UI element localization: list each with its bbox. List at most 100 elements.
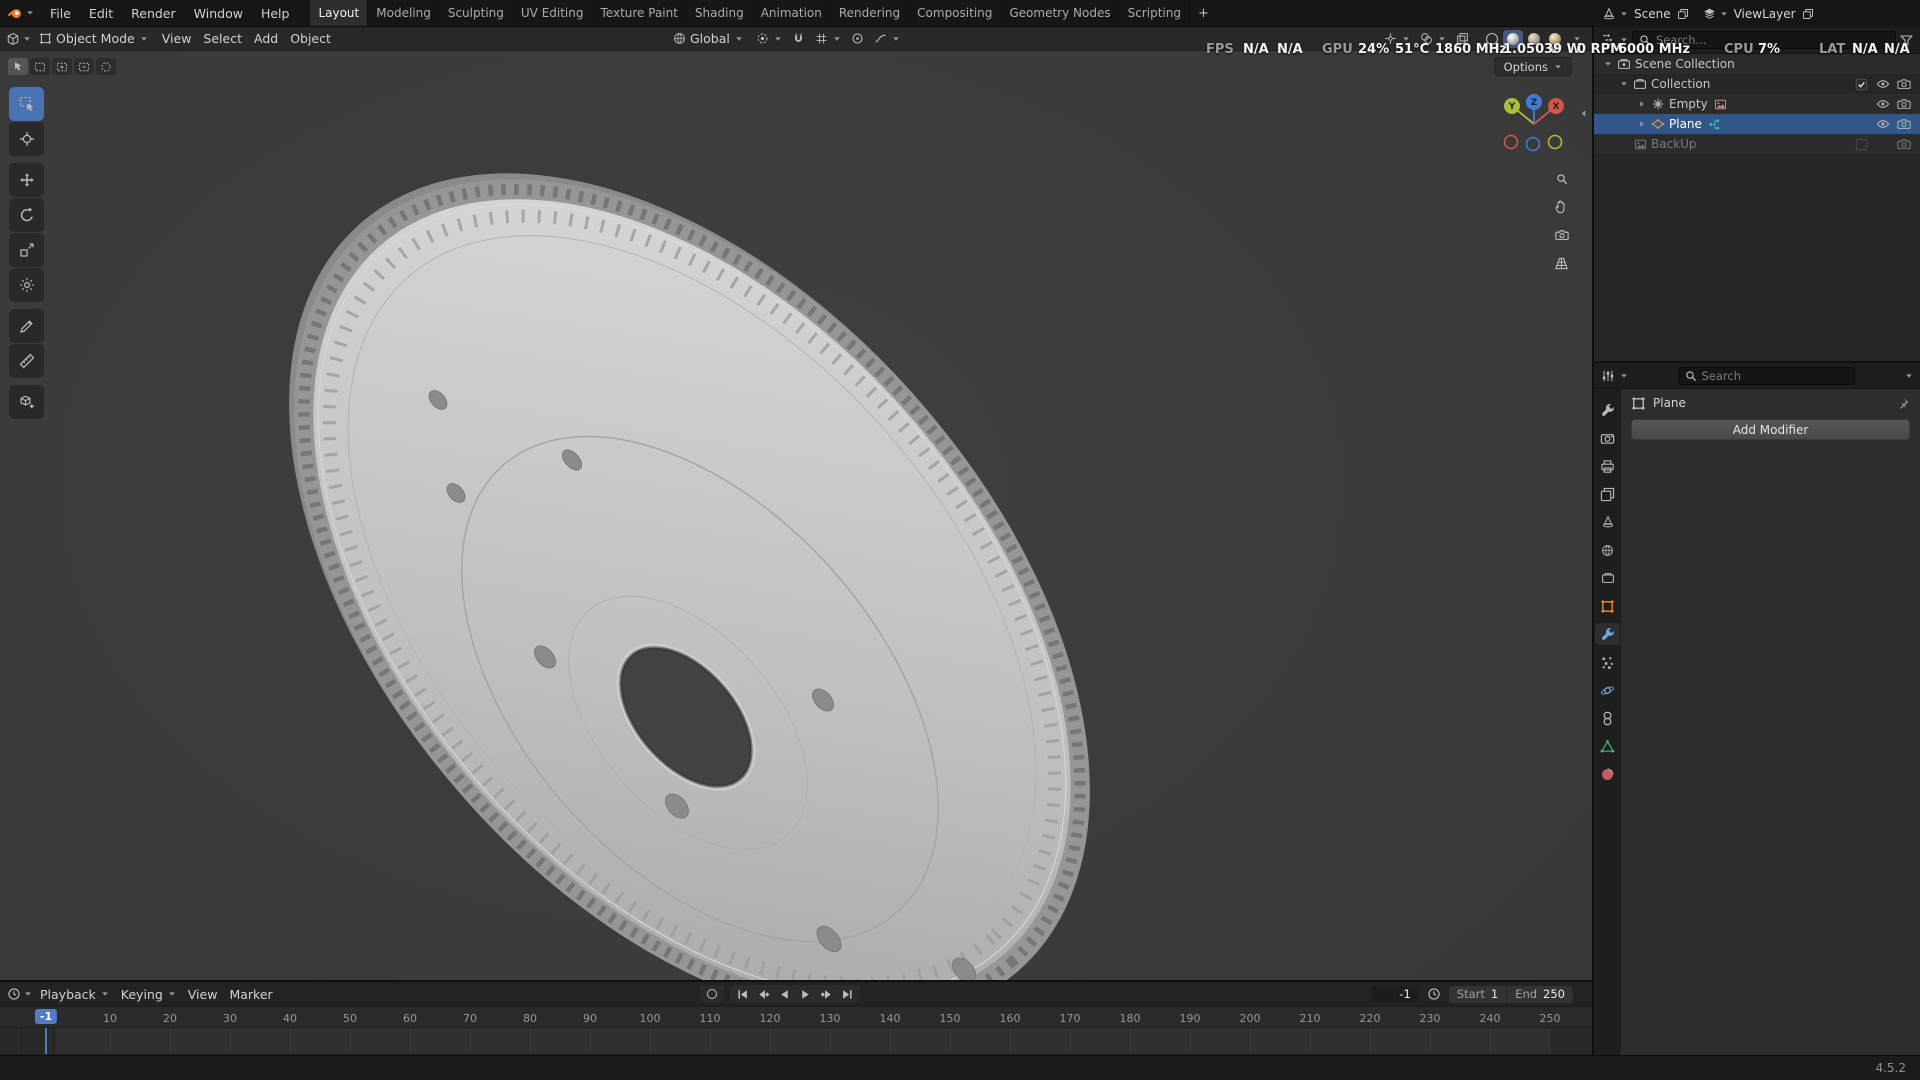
properties-tab-output[interactable] bbox=[1595, 455, 1620, 477]
viewport-menu-object[interactable]: Object bbox=[284, 29, 337, 48]
menu-help[interactable]: Help bbox=[252, 0, 299, 26]
shading-solid-button[interactable] bbox=[1503, 29, 1523, 48]
scene-icon[interactable] bbox=[1602, 7, 1616, 21]
end-frame-field[interactable]: End 250 bbox=[1507, 985, 1573, 1003]
properties-tab-render[interactable] bbox=[1595, 427, 1620, 449]
tool-annotate[interactable] bbox=[9, 309, 44, 343]
transform-orientation-dropdown[interactable]: Global bbox=[667, 29, 749, 48]
new-viewlayer-icon[interactable] bbox=[1802, 8, 1814, 20]
filter-icon[interactable] bbox=[1900, 34, 1913, 47]
workspace-tab-geometry-nodes[interactable]: Geometry Nodes bbox=[1001, 0, 1120, 26]
show-overlays-dropdown[interactable] bbox=[1417, 30, 1449, 47]
eye-icon[interactable] bbox=[1872, 77, 1893, 91]
navigation-gizmo[interactable]: YZX bbox=[1498, 93, 1570, 155]
timeline-ruler[interactable]: 10 20 30 40 50 60 70 80 90 100 110 120 130 140 150 160 1… bbox=[0, 1006, 1592, 1028]
properties-tab-material[interactable] bbox=[1595, 763, 1620, 785]
viewport-menu-view[interactable]: View bbox=[156, 29, 198, 48]
tool-select-box[interactable] bbox=[9, 87, 44, 121]
expander-icon[interactable] bbox=[1634, 100, 1649, 108]
checkbox-checked-icon[interactable] bbox=[1851, 77, 1872, 91]
tool-transform[interactable] bbox=[9, 268, 44, 302]
item-label[interactable]: Plane bbox=[1669, 117, 1702, 131]
select-mode-select-extend[interactable] bbox=[52, 58, 72, 75]
tool-move[interactable] bbox=[9, 163, 44, 197]
pin-icon[interactable] bbox=[1897, 397, 1910, 410]
shading-dropdown[interactable] bbox=[1566, 30, 1586, 48]
editor-type-caret-icon[interactable] bbox=[1620, 36, 1628, 44]
blender-menu-button[interactable] bbox=[0, 0, 41, 26]
preview-range-clock-icon[interactable] bbox=[1427, 987, 1441, 1001]
properties-tab-object[interactable] bbox=[1595, 595, 1620, 617]
camera-icon[interactable] bbox=[1893, 137, 1914, 151]
transport-prev-keyframe[interactable] bbox=[753, 985, 774, 1003]
eye-icon[interactable] bbox=[1872, 97, 1893, 111]
editor-type-caret-icon[interactable] bbox=[1620, 372, 1628, 380]
outliner-row-empty[interactable]: Empty bbox=[1594, 94, 1920, 114]
snap-settings-dropdown[interactable] bbox=[812, 30, 844, 47]
shading-rendered-button[interactable] bbox=[1545, 30, 1565, 48]
item-label[interactable]: BackUp bbox=[1651, 137, 1697, 151]
outliner-search-input[interactable] bbox=[1656, 33, 1889, 47]
sidebar-toggle[interactable] bbox=[1579, 109, 1588, 118]
viewport-menu-add[interactable]: Add bbox=[248, 29, 284, 48]
tool-cursor[interactable] bbox=[9, 122, 44, 156]
viewlayer-dropdown-caret-icon[interactable] bbox=[1720, 10, 1728, 18]
outliner-row-backup[interactable]: BackUp bbox=[1594, 134, 1920, 154]
select-mode-select-circle[interactable] bbox=[96, 58, 116, 75]
outliner-row-plane[interactable]: Plane bbox=[1594, 114, 1920, 134]
select-mode-select-subtract[interactable] bbox=[74, 58, 94, 75]
select-mode-tweak[interactable] bbox=[8, 58, 28, 75]
mode-dropdown[interactable]: Object Mode bbox=[33, 29, 154, 48]
editor-type-timeline-icon[interactable] bbox=[7, 987, 21, 1001]
timeline-menu-playback[interactable]: Playback bbox=[34, 985, 115, 1004]
workspace-tab-texture-paint[interactable]: Texture Paint bbox=[593, 0, 687, 26]
transport-play[interactable] bbox=[795, 985, 816, 1003]
properties-tab-world[interactable] bbox=[1595, 539, 1620, 561]
properties-tab-collection[interactable] bbox=[1595, 567, 1620, 589]
workspace-tab-modeling[interactable]: Modeling bbox=[368, 0, 440, 26]
start-frame-field[interactable]: Start 1 bbox=[1448, 985, 1507, 1003]
properties-search[interactable] bbox=[1677, 366, 1855, 385]
new-scene-icon[interactable] bbox=[1677, 8, 1689, 20]
expander-icon[interactable] bbox=[1634, 120, 1649, 128]
outliner-row-collection[interactable]: Collection bbox=[1594, 74, 1920, 94]
editor-type-3d-viewport-icon[interactable] bbox=[6, 32, 20, 46]
editor-type-properties-icon[interactable] bbox=[1601, 369, 1615, 383]
tool-options-dropdown[interactable]: Options bbox=[1493, 57, 1572, 76]
transport-next-keyframe[interactable] bbox=[816, 985, 837, 1003]
playhead[interactable]: -1 bbox=[34, 1009, 58, 1024]
workspace-tab-layout[interactable]: Layout bbox=[310, 0, 369, 26]
transport-jump-to-end[interactable] bbox=[837, 985, 858, 1003]
show-gizmo-dropdown[interactable] bbox=[1381, 30, 1413, 47]
tool-rotate[interactable] bbox=[9, 198, 44, 232]
3d-viewport[interactable]: Object Mode View Select Add Object Global bbox=[0, 27, 1592, 980]
expander-icon[interactable] bbox=[1616, 80, 1631, 88]
menu-render[interactable]: Render bbox=[122, 0, 185, 26]
workspace-tab-sculpting[interactable]: Sculpting bbox=[440, 0, 513, 26]
item-label[interactable]: Collection bbox=[1651, 77, 1710, 91]
perspective-toggle-icon[interactable] bbox=[1554, 256, 1569, 271]
select-mode-select-new[interactable] bbox=[30, 58, 50, 75]
item-label[interactable]: Scene Collection bbox=[1635, 57, 1735, 71]
pan-hand-icon[interactable] bbox=[1554, 199, 1569, 214]
scene-name[interactable]: Scene bbox=[1634, 7, 1671, 21]
checkbox-empty-icon[interactable] bbox=[1851, 137, 1872, 151]
properties-tab-physics[interactable] bbox=[1595, 679, 1620, 701]
editor-type-caret-icon[interactable] bbox=[24, 990, 32, 998]
pivot-point-dropdown[interactable] bbox=[753, 30, 785, 47]
add-modifier-button[interactable]: Add Modifier bbox=[1631, 419, 1910, 440]
tool-add-cube[interactable] bbox=[9, 385, 44, 419]
add-workspace-button[interactable]: + bbox=[1190, 6, 1217, 21]
playhead-line[interactable] bbox=[45, 1028, 47, 1054]
transport-play-reverse[interactable] bbox=[774, 985, 795, 1003]
snap-toggle[interactable] bbox=[789, 30, 808, 47]
outliner-row-scene-collection[interactable]: Scene Collection bbox=[1594, 54, 1920, 74]
camera-icon[interactable] bbox=[1893, 117, 1914, 131]
properties-tab-constraints[interactable] bbox=[1595, 707, 1620, 729]
workspace-tab-shading[interactable]: Shading bbox=[687, 0, 753, 26]
viewport-3d-scene[interactable] bbox=[0, 51, 1592, 980]
outliner-search[interactable] bbox=[1632, 31, 1896, 49]
workspace-tab-uv-editing[interactable]: UV Editing bbox=[513, 0, 593, 26]
workspace-tab-scripting[interactable]: Scripting bbox=[1120, 0, 1190, 26]
viewlayer-icon[interactable] bbox=[1703, 7, 1716, 20]
